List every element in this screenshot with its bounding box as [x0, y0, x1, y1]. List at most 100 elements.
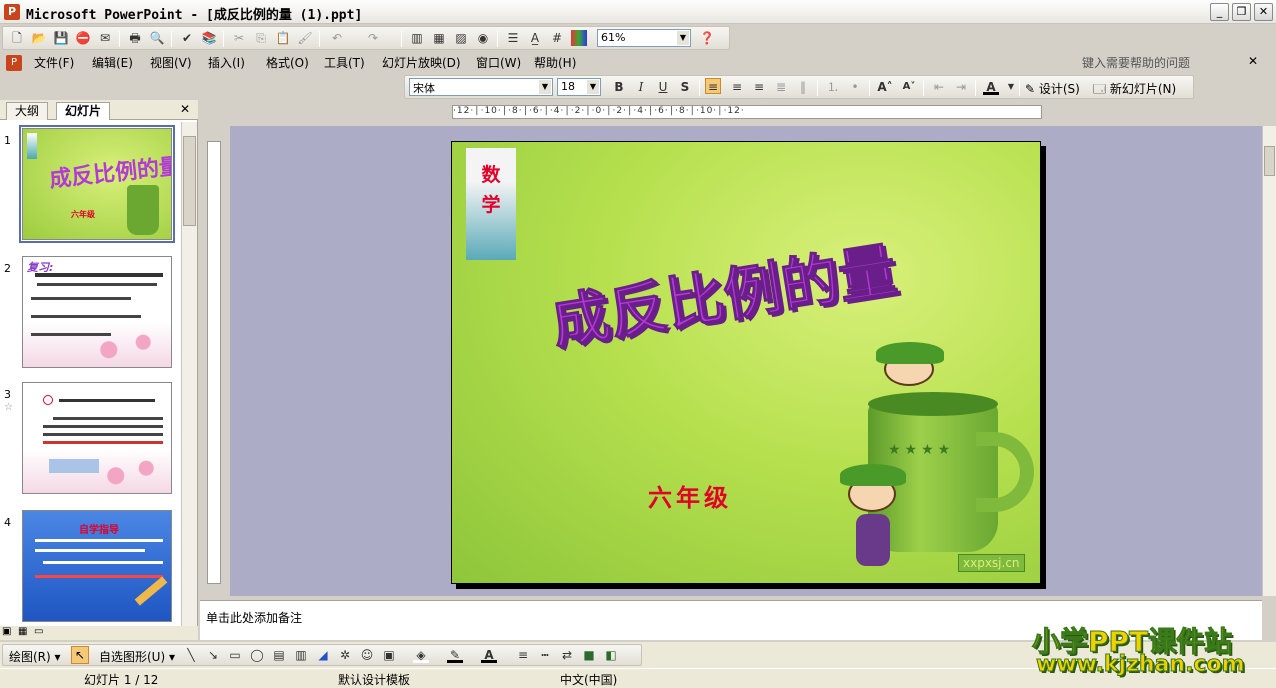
wordart-icon[interactable]: ◢: [315, 647, 331, 663]
increase-font-icon[interactable]: A˄: [877, 79, 893, 95]
line-color-icon[interactable]: ✎: [447, 647, 463, 663]
normal-view-icon[interactable]: ▣: [2, 626, 11, 637]
line-icon[interactable]: ╲: [183, 647, 199, 663]
slide-thumbnail-3[interactable]: [22, 382, 172, 494]
save-icon[interactable]: 💾: [53, 30, 69, 46]
font-color-icon[interactable]: A: [481, 647, 497, 663]
decrease-indent-icon[interactable]: ⇤: [931, 79, 947, 95]
diagram-icon[interactable]: ✲: [337, 647, 353, 663]
research-icon[interactable]: 📚: [201, 30, 217, 46]
diagram-icon[interactable]: ◉: [475, 30, 491, 46]
open-icon[interactable]: 📂: [31, 30, 47, 46]
insert-chart-icon[interactable]: ▥: [409, 30, 425, 46]
help-icon[interactable]: ❓: [699, 30, 715, 46]
canvas-scrollbar[interactable]: [1262, 126, 1276, 596]
chevron-down-icon[interactable]: ▼: [1003, 79, 1019, 95]
menu-view[interactable]: 视图(V): [150, 54, 192, 71]
draw-menu-button[interactable]: 绘图(R) ▾: [9, 648, 61, 665]
line-style-icon[interactable]: ≡: [515, 647, 531, 663]
align-center-icon[interactable]: ≡: [729, 79, 745, 95]
insert-table-icon[interactable]: ▦: [431, 30, 447, 46]
close-pane-icon[interactable]: ✕: [180, 102, 190, 116]
grid-icon[interactable]: #: [549, 30, 565, 46]
close-button[interactable]: ✕: [1254, 3, 1273, 21]
chevron-down-icon[interactable]: ▼: [587, 80, 599, 94]
slideshow-icon[interactable]: ▭: [34, 626, 43, 637]
distribute-icon[interactable]: ‖: [795, 79, 811, 95]
align-right-icon[interactable]: ≡: [751, 79, 767, 95]
shadow-style-icon[interactable]: ■: [581, 647, 597, 663]
restore-button[interactable]: ❐: [1232, 3, 1251, 21]
close-document-icon[interactable]: ✕: [1248, 54, 1258, 68]
help-question-box[interactable]: 键入需要帮助的问题: [1082, 54, 1190, 71]
arrow-style-icon[interactable]: ⇄: [559, 647, 575, 663]
menu-window[interactable]: 窗口(W): [476, 54, 521, 71]
print-icon[interactable]: 🖶: [127, 30, 143, 46]
tab-outline[interactable]: 大纲: [6, 102, 49, 120]
vertical-ruler[interactable]: [207, 141, 221, 584]
picture-icon[interactable]: ▣: [381, 647, 397, 663]
justify-icon[interactable]: ≣: [773, 79, 789, 95]
rectangle-icon[interactable]: ▭: [227, 647, 243, 663]
scroll-thumb[interactable]: [183, 136, 196, 226]
expand-all-icon[interactable]: ☰: [505, 30, 521, 46]
powerpoint-icon[interactable]: P: [4, 4, 20, 20]
document-icon[interactable]: P: [6, 55, 22, 71]
horizontal-ruler[interactable]: ·12·│·10·│·8·│·6·│·4·│·2·│·0·│·2·│·4·│·6…: [452, 105, 1042, 119]
menu-format[interactable]: 格式(O): [266, 54, 309, 71]
decrease-font-icon[interactable]: A˅: [901, 79, 917, 95]
design-button[interactable]: ✎ 设计(S): [1025, 80, 1080, 97]
font-color-icon[interactable]: A: [983, 79, 999, 95]
bullets-icon[interactable]: •: [847, 79, 863, 95]
textbox-icon[interactable]: ▤: [271, 647, 287, 663]
increase-indent-icon[interactable]: ⇥: [953, 79, 969, 95]
arrow-icon[interactable]: ↘: [205, 647, 221, 663]
menu-help[interactable]: 帮助(H): [534, 54, 576, 71]
slide-sorter-icon[interactable]: ▦: [18, 626, 27, 637]
color-grayscale-icon[interactable]: [571, 30, 587, 46]
italic-icon[interactable]: I: [633, 79, 649, 95]
scroll-thumb[interactable]: [1264, 146, 1275, 176]
new-slide-button[interactable]: 🗔 新幻灯片(N): [1093, 80, 1176, 101]
numbering-icon[interactable]: ⒈: [825, 79, 841, 95]
select-pointer-icon[interactable]: ↖: [71, 646, 89, 664]
permission-icon[interactable]: ⛔: [75, 30, 91, 46]
insert-picture-icon[interactable]: ▨: [453, 30, 469, 46]
slide-thumbnail-2[interactable]: 复习:: [22, 256, 172, 368]
paste-icon[interactable]: 📋: [275, 30, 291, 46]
dash-style-icon[interactable]: ┅: [537, 647, 553, 663]
menu-file[interactable]: 文件(F): [34, 54, 74, 71]
oval-icon[interactable]: ◯: [249, 647, 265, 663]
fill-color-icon[interactable]: ◈: [413, 647, 429, 663]
chevron-down-icon[interactable]: ▼: [539, 80, 551, 94]
format-painter-icon[interactable]: 🖌: [297, 30, 313, 46]
copy-icon[interactable]: ⎘: [253, 30, 269, 46]
slide-thumbnail-4[interactable]: 自学指导: [22, 510, 172, 622]
slide[interactable]: 数学 成反比例的量 六年级 ★★★★ xxpxsj.cn: [451, 141, 1041, 584]
slide-title[interactable]: 成反比例的量: [545, 223, 901, 360]
3d-style-icon[interactable]: ◧: [603, 647, 619, 663]
slides-pane-scrollbar[interactable]: [181, 122, 197, 628]
zoom-select[interactable]: 61% ▼: [597, 29, 691, 47]
grade-text[interactable]: 六年级: [648, 478, 732, 513]
show-formatting-icon[interactable]: A̲: [527, 30, 543, 46]
vertical-textbox-icon[interactable]: ▥: [293, 647, 309, 663]
menu-edit[interactable]: 编辑(E): [92, 54, 133, 71]
print-preview-icon[interactable]: 🔍: [149, 30, 165, 46]
clipart-icon[interactable]: ☺: [359, 647, 375, 663]
menu-tools[interactable]: 工具(T): [324, 54, 365, 71]
spelling-icon[interactable]: ✔: [179, 30, 195, 46]
menu-insert[interactable]: 插入(I): [208, 54, 245, 71]
minimize-button[interactable]: _: [1210, 3, 1229, 21]
shadow-icon[interactable]: S: [677, 79, 693, 95]
align-left-icon[interactable]: ≡: [705, 78, 721, 94]
slide-thumbnail-1[interactable]: 成反比例的量 六年级: [19, 125, 175, 243]
new-icon[interactable]: 🗋: [9, 30, 25, 46]
chevron-down-icon[interactable]: ▼: [677, 31, 689, 45]
autoshapes-button[interactable]: 自选图形(U) ▾: [99, 648, 175, 665]
undo-icon[interactable]: ↶: [329, 30, 345, 46]
underline-icon[interactable]: U: [655, 79, 671, 95]
font-size-select[interactable]: 18 ▼: [557, 78, 601, 96]
tab-slides[interactable]: 幻灯片: [56, 102, 111, 120]
bold-icon[interactable]: B: [611, 79, 627, 95]
